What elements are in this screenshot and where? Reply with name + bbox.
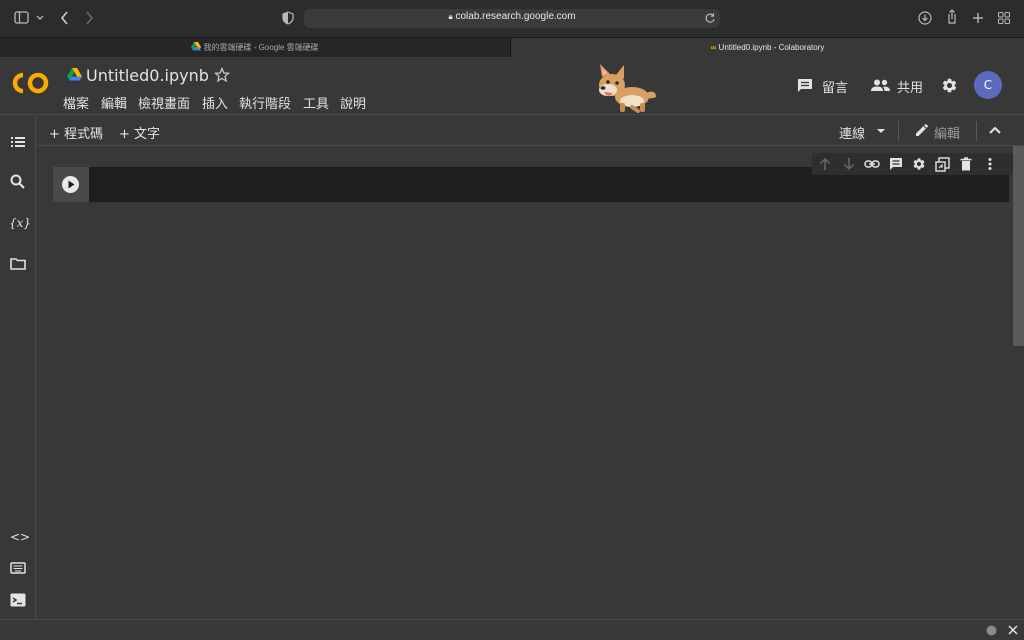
share-button[interactable]: 共用 [897,77,923,96]
url-text: 🔒︎ colab.research.google.com [304,11,720,22]
address-bar[interactable]: 🔒︎ colab.research.google.com [304,9,720,28]
gear-icon[interactable] [941,77,958,94]
back-icon[interactable] [60,11,70,25]
variables-icon[interactable]: {x} [9,213,31,233]
run-cell-button[interactable] [62,176,79,193]
link-icon[interactable] [864,157,880,171]
scrollbar[interactable] [1013,146,1024,346]
comment-icon[interactable] [797,78,813,93]
trash-icon[interactable] [960,157,972,171]
divider [976,121,977,141]
avatar[interactable]: C [974,71,1002,99]
star-icon[interactable] [214,67,230,83]
reload-icon[interactable] [704,12,716,24]
corgi-mascot-icon [599,64,656,113]
notebook-toolbar: + 程式碼 + 文字 連線 編輯 [36,114,1024,146]
gear-icon[interactable] [912,157,926,171]
menu-edit[interactable]: 編輯 [101,93,127,112]
menu-file[interactable]: 檔案 [63,93,89,112]
google-drive-icon [191,42,202,51]
folder-icon[interactable] [8,254,28,274]
chevron-up-icon[interactable] [989,125,1001,135]
dropdown-arrow-icon[interactable] [876,128,886,134]
status-indicator-icon[interactable] [986,625,997,636]
menu-view[interactable]: 檢視畫面 [138,93,190,112]
colab-favicon-icon: ∞ [710,43,717,52]
colab-header: Untitled0.ipynb 檔案 編輯 檢視畫面 插入 執行階段 工具 說明… [0,57,1024,114]
sidebar-toggle-icon[interactable] [14,11,30,25]
more-vert-icon[interactable] [987,157,993,171]
browser-toolbar: 🔒︎ colab.research.google.com [0,0,1024,37]
command-palette-icon[interactable] [8,558,28,578]
menu-insert[interactable]: 插入 [202,93,228,112]
notebook-main [36,146,1024,619]
tab-overview-icon[interactable] [998,12,1010,24]
lock-icon: 🔒︎ [448,12,453,21]
table-of-contents-icon[interactable] [8,132,28,152]
tab-colab[interactable]: ∞ Untitled0.ipynb - Colaboratory [511,38,1024,57]
cell-gutter [53,167,89,202]
tab-strip: 我的雲端硬碟 - Google 雲端硬碟 ∞ Untitled0.ipynb -… [0,37,1024,57]
menu-tools[interactable]: 工具 [303,93,329,112]
comment-icon[interactable] [889,157,903,171]
tab-label: Untitled0.ipynb - Colaboratory [718,43,825,52]
terminal-icon[interactable] [8,590,28,610]
search-icon[interactable] [8,172,28,192]
share-icon[interactable] [946,9,958,25]
move-up-icon[interactable] [818,157,832,171]
tab-google-drive[interactable]: 我的雲端硬碟 - Google 雲端硬碟 [0,38,511,57]
forward-icon[interactable] [85,11,95,25]
menu-help[interactable]: 說明 [340,93,366,112]
add-text-button[interactable]: + 文字 [119,123,160,142]
notebook-title[interactable]: Untitled0.ipynb [86,66,209,85]
tab-label: 我的雲端硬碟 - Google 雲端硬碟 [203,43,319,52]
google-drive-icon[interactable] [67,68,82,81]
edit-mode-button[interactable]: 編輯 [934,123,960,142]
left-sidebar: {x} <> [0,114,36,619]
menu-runtime[interactable]: 執行階段 [239,93,291,112]
divider [898,121,899,141]
comment-button[interactable]: 留言 [822,77,848,96]
close-icon[interactable] [1008,625,1018,635]
colab-logo-icon[interactable] [12,71,50,95]
cell-action-bar [812,153,1024,175]
pencil-icon[interactable] [914,122,930,138]
play-icon [68,180,75,189]
chevron-down-icon[interactable] [36,15,44,21]
download-icon[interactable] [918,11,932,25]
code-snippets-icon[interactable]: <> [10,527,30,547]
status-bar [0,619,1024,640]
privacy-shield-icon[interactable] [282,11,294,25]
new-tab-icon[interactable] [972,12,984,24]
move-down-icon[interactable] [842,157,856,171]
mirror-cell-icon[interactable] [935,157,950,172]
add-code-button[interactable]: + 程式碼 [49,123,103,142]
connect-button[interactable]: 連線 [839,123,865,142]
url-label: colab.research.google.com [455,11,576,22]
people-icon[interactable] [871,79,890,92]
